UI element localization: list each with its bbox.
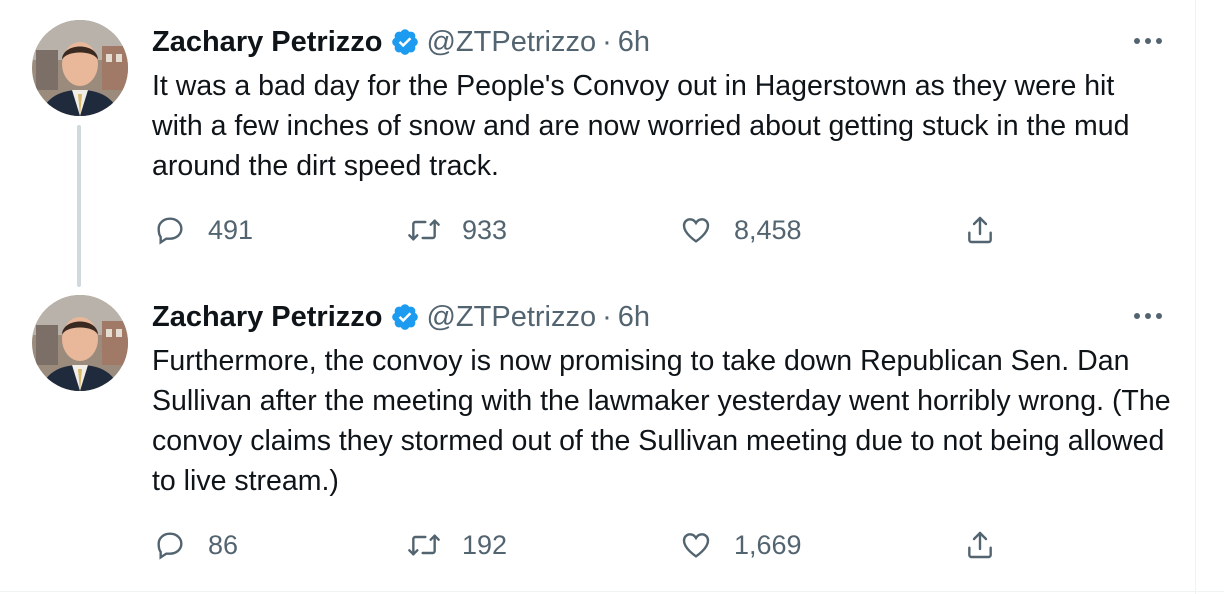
share-icon (960, 210, 1000, 250)
retweet-button[interactable]: 933 (404, 210, 507, 250)
avatar[interactable] (32, 295, 128, 391)
share-button[interactable] (960, 210, 1000, 250)
separator-dot: · (602, 26, 612, 58)
reply-count: 86 (208, 529, 239, 560)
tweet-text: It was a bad day for the People's Convoy… (152, 70, 1130, 182)
tweet[interactable]: Zachary Petrizzo @ZTPetrizzo · 6h Furthe… (0, 275, 1196, 591)
heart-icon (676, 210, 716, 250)
author-handle[interactable]: @ZTPetrizzo (426, 299, 596, 335)
retweet-icon (404, 210, 444, 250)
reply-icon (150, 525, 190, 565)
like-button[interactable]: 1,669 (676, 525, 802, 565)
share-icon (960, 525, 1000, 565)
reply-count: 491 (208, 214, 254, 245)
avatar[interactable] (32, 20, 128, 116)
reply-button[interactable]: 491 (150, 210, 253, 250)
author-name[interactable]: Zachary Petrizzo (152, 24, 382, 60)
tweet-timestamp[interactable]: 6h (618, 299, 650, 335)
verified-badge-icon (390, 302, 420, 332)
tweet-header: Zachary Petrizzo @ZTPetrizzo · 6h (152, 24, 650, 60)
author-handle[interactable]: @ZTPetrizzo (426, 24, 596, 60)
retweet-count: 192 (462, 529, 508, 560)
tweet-text: Furthermore, the convoy is now promising… (152, 345, 1171, 497)
tweet-header: Zachary Petrizzo @ZTPetrizzo · 6h (152, 299, 650, 335)
separator-dot: · (602, 301, 612, 333)
reply-button[interactable]: 86 (150, 525, 238, 565)
timeline-panel: Zachary Petrizzo @ZTPetrizzo · 6h It was… (0, 0, 1196, 594)
reply-icon (150, 210, 190, 250)
like-count: 8,458 (734, 214, 802, 245)
divider (0, 591, 1224, 592)
share-button[interactable] (960, 525, 1000, 565)
like-button[interactable]: 8,458 (676, 210, 802, 250)
tweet[interactable]: Zachary Petrizzo @ZTPetrizzo · 6h It was… (0, 0, 1196, 290)
author-name[interactable]: Zachary Petrizzo (152, 299, 382, 335)
retweet-button[interactable]: 192 (404, 525, 507, 565)
verified-badge-icon (390, 27, 420, 57)
tweet-timestamp[interactable]: 6h (618, 24, 650, 60)
more-options-icon[interactable] (1130, 303, 1166, 329)
more-options-icon[interactable] (1130, 28, 1166, 54)
like-count: 1,669 (734, 529, 802, 560)
retweet-icon (404, 525, 444, 565)
heart-icon (676, 525, 716, 565)
retweet-count: 933 (462, 214, 508, 245)
